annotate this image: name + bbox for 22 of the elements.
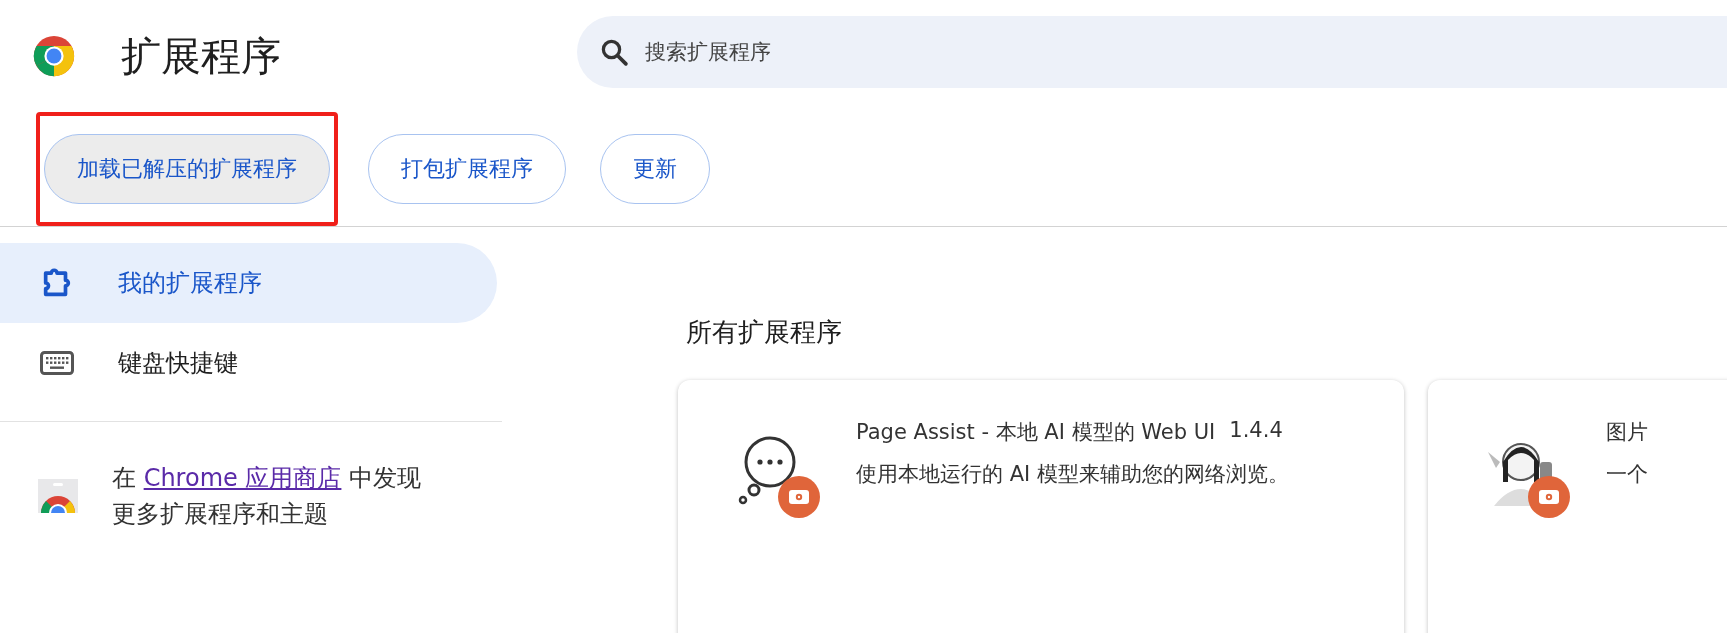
search-input[interactable]: 搜索扩展程序	[643, 39, 1727, 65]
browser-logo	[33, 35, 75, 77]
extension-description: 使用本地运行的 AI 模型来辅助您的网络浏览。	[856, 461, 1289, 488]
sidebar-item[interactable]: 键盘快捷键	[0, 323, 497, 403]
sidebar-label: 我的扩展程序	[118, 268, 262, 299]
toolbar-button[interactable]: 更新	[600, 134, 710, 204]
sidebar-item[interactable]: 我的扩展程序	[0, 243, 497, 323]
search-field[interactable]: 搜索扩展程序	[577, 16, 1727, 88]
extension-name: Page Assist - 本地 AI 模型的 Web UI	[856, 419, 1216, 446]
extension-description: 一个	[1606, 461, 1648, 488]
sidebar-label: 键盘快捷键	[118, 348, 238, 379]
page-title: 扩展程序	[121, 31, 282, 81]
toolbar-button[interactable]: 加载已解压的扩展程序	[44, 134, 330, 204]
store-note: 在 Chrome 应用商店 中发现更多扩展程序和主题	[112, 463, 423, 530]
keyboard-icon	[40, 351, 74, 375]
section-title: 所有扩展程序	[686, 316, 843, 349]
store-link[interactable]: Chrome 应用商店	[143, 464, 342, 492]
toolbar-button[interactable]: 打包扩展程序	[368, 134, 566, 204]
extension-version: 1.4.4	[1229, 418, 1283, 444]
search-icon	[599, 37, 629, 67]
store-icon	[38, 479, 78, 513]
extension-name: 图片	[1606, 419, 1648, 446]
